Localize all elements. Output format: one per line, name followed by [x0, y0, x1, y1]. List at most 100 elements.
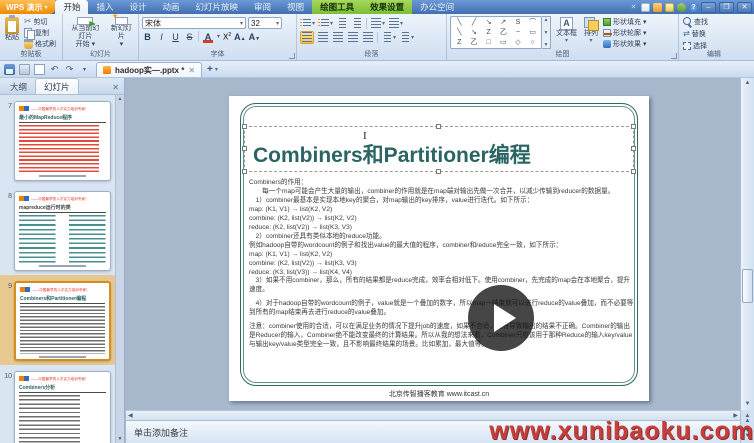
chevron-down-icon[interactable]: ▾	[217, 33, 220, 40]
customize-toolbar-icon[interactable]: ▾	[79, 64, 90, 75]
undo-icon[interactable]: ↶	[49, 64, 60, 75]
drawing-dialog-launcher[interactable]	[671, 53, 677, 59]
skin-icon[interactable]	[641, 3, 650, 12]
columns-button[interactable]: ▾	[399, 32, 414, 43]
account-icon[interactable]	[677, 3, 686, 12]
close-button[interactable]: ✕	[737, 2, 752, 13]
title-textbox-selected[interactable]: I Combiners和Partitioner编程	[244, 126, 634, 172]
shape-icon[interactable]: ╱	[472, 19, 476, 26]
shape-icon[interactable]: 乙	[500, 29, 507, 36]
save-icon[interactable]	[4, 64, 15, 75]
up-arrow-icon[interactable]: ▲	[118, 96, 123, 102]
selection-handle[interactable]	[242, 146, 247, 151]
align-text-button[interactable]: ▾	[388, 18, 403, 29]
strikethrough-button[interactable]: S	[184, 32, 195, 42]
textbox-button[interactable]: A 文本框 ▾	[554, 16, 579, 50]
down-arrow-icon[interactable]: ▼	[118, 436, 123, 442]
shape-icon[interactable]: ↘	[486, 19, 492, 26]
tab-slides[interactable]: 幻灯片	[35, 78, 79, 94]
bold-button[interactable]: B	[142, 32, 153, 42]
shape-icon[interactable]: ╲	[457, 29, 461, 36]
new-slide-button[interactable]: 新幻灯片 ▾	[108, 16, 135, 50]
video-play-button[interactable]	[468, 285, 534, 351]
italic-button[interactable]: I	[156, 32, 167, 42]
up-arrow-icon[interactable]: ▲	[544, 17, 549, 23]
slide-body-text[interactable]: Combiners的作用： 每一个map可能会产生大量的输出，combiner的…	[249, 179, 634, 350]
shape-icon[interactable]: ▭	[500, 39, 507, 46]
paste-button[interactable]: 粘贴	[3, 16, 21, 50]
shape-icon[interactable]: ↘	[471, 29, 477, 36]
vertical-scrollbar[interactable]: ▲ ▼	[740, 78, 754, 410]
tab-outline[interactable]: 大纲	[2, 79, 35, 94]
text-direction-button[interactable]: ▾	[370, 18, 385, 29]
shape-icon[interactable]: ↗	[500, 19, 506, 26]
selection-handle[interactable]	[242, 169, 247, 174]
align-right-button[interactable]	[332, 32, 344, 43]
selection-handle[interactable]	[436, 169, 441, 174]
slide-thumbnail-8[interactable]: ——中国最早的人才实力培训专家！ mapreduce运行时的类	[14, 191, 111, 271]
underline-button[interactable]: U	[170, 32, 181, 42]
play-from-current-button[interactable]: 从当前幻灯片 开始 ▾	[66, 16, 105, 50]
align-left-button[interactable]	[300, 31, 314, 44]
ribbon-tab[interactable]: 设计	[122, 0, 155, 14]
close-panel-icon[interactable]: ✕	[112, 83, 122, 94]
shape-effects-button[interactable]: 形状效果 ▾	[603, 39, 646, 49]
more-shapes-icon[interactable]: ▼	[544, 42, 549, 48]
shape-icon[interactable]: ○	[531, 39, 535, 46]
down-arrow-icon[interactable]: ▼	[544, 30, 549, 36]
sidebar-scrollbar[interactable]: ▲ ▼	[115, 95, 124, 443]
scroll-down-icon[interactable]: ▼	[742, 399, 754, 410]
selection-handle[interactable]	[631, 124, 636, 129]
shape-icon[interactable]: ◇	[515, 39, 520, 46]
ribbon-tab[interactable]: 动画	[155, 0, 188, 14]
line-spacing-button[interactable]: ▾	[381, 32, 396, 43]
shape-icon[interactable]: Z	[457, 39, 461, 46]
slide-editor[interactable]: I Combiners和Partitioner编程 Combiners的作用： …	[229, 96, 649, 401]
slide-thumbnail-10[interactable]: ——中国最早的人才实力培训专家！ Combiners分析	[14, 371, 111, 443]
print-icon[interactable]	[19, 64, 30, 75]
cut-button[interactable]: ✂ 剪切	[23, 16, 57, 27]
ribbon-tab[interactable]: 审阅	[246, 0, 279, 14]
copy-button[interactable]: 复制	[23, 27, 57, 38]
increase-indent-button[interactable]	[351, 18, 363, 29]
find-button[interactable]: 查找	[682, 16, 746, 27]
shape-icon[interactable]: ▭	[529, 29, 536, 36]
scroll-thumb[interactable]	[742, 269, 753, 303]
ribbon-tab[interactable]: 视图	[279, 0, 312, 14]
scroll-up-icon[interactable]: ▲	[742, 78, 754, 89]
slide-thumbnail-7[interactable]: ——中国最早的人才实力培训专家！ 最小的MapReduce程序	[14, 101, 111, 181]
shape-icon[interactable]: ╲	[457, 19, 461, 26]
font-size-select[interactable]: 32 ▾	[248, 17, 282, 29]
shape-icon[interactable]: S	[516, 19, 521, 26]
slide-title[interactable]: Combiners和Partitioner编程	[253, 139, 531, 169]
superscript-button[interactable]: X2	[223, 32, 231, 42]
shape-gallery-scroll[interactable]: ▲ ▼ ▼	[542, 16, 551, 49]
format-painter-button[interactable]: 格式刷	[23, 38, 57, 49]
app-menu-button[interactable]: WPS 演示 ▾	[0, 0, 55, 14]
shape-outline-button[interactable]: 形状轮廓 ▾	[603, 28, 646, 38]
slide-canvas[interactable]: I Combiners和Partitioner编程 Combiners的作用： …	[126, 78, 740, 410]
shape-icon[interactable]: ⌒	[529, 19, 536, 26]
selection-handle[interactable]	[631, 146, 636, 151]
scroll-left-icon[interactable]: ◀	[128, 412, 133, 419]
close-icon[interactable]: ✕	[188, 66, 195, 75]
arrange-button[interactable]: 排列 ▾	[582, 16, 600, 50]
minimize-button[interactable]: –	[701, 2, 716, 13]
ribbon-tab[interactable]: 幻灯片放映	[188, 0, 247, 14]
scroll-track[interactable]	[741, 89, 754, 399]
align-center-button[interactable]	[317, 32, 329, 43]
selection-handle[interactable]	[242, 124, 247, 129]
redo-icon[interactable]: ↷	[64, 64, 75, 75]
replace-button[interactable]: ⇄ 替换	[682, 28, 746, 39]
tab-workspace[interactable]: 办公空间	[412, 0, 462, 14]
slide-thumbnail-9[interactable]: ——中国最早的人才实力培训专家！ Combiners和Partitioner编程	[14, 281, 111, 361]
shape-fill-button[interactable]: 形状填充 ▾	[603, 17, 646, 27]
tab-drawing-tools[interactable]: 绘图工具	[312, 0, 362, 14]
help-icon[interactable]: ?	[689, 3, 698, 12]
selection-handle[interactable]	[631, 169, 636, 174]
decrease-indent-button[interactable]	[336, 18, 348, 29]
mail-icon[interactable]	[665, 3, 674, 12]
ribbon-tab[interactable]: 插入	[88, 0, 121, 14]
shrink-font-button[interactable]: A▼	[249, 32, 260, 42]
grow-font-button[interactable]: A▲	[234, 32, 245, 42]
